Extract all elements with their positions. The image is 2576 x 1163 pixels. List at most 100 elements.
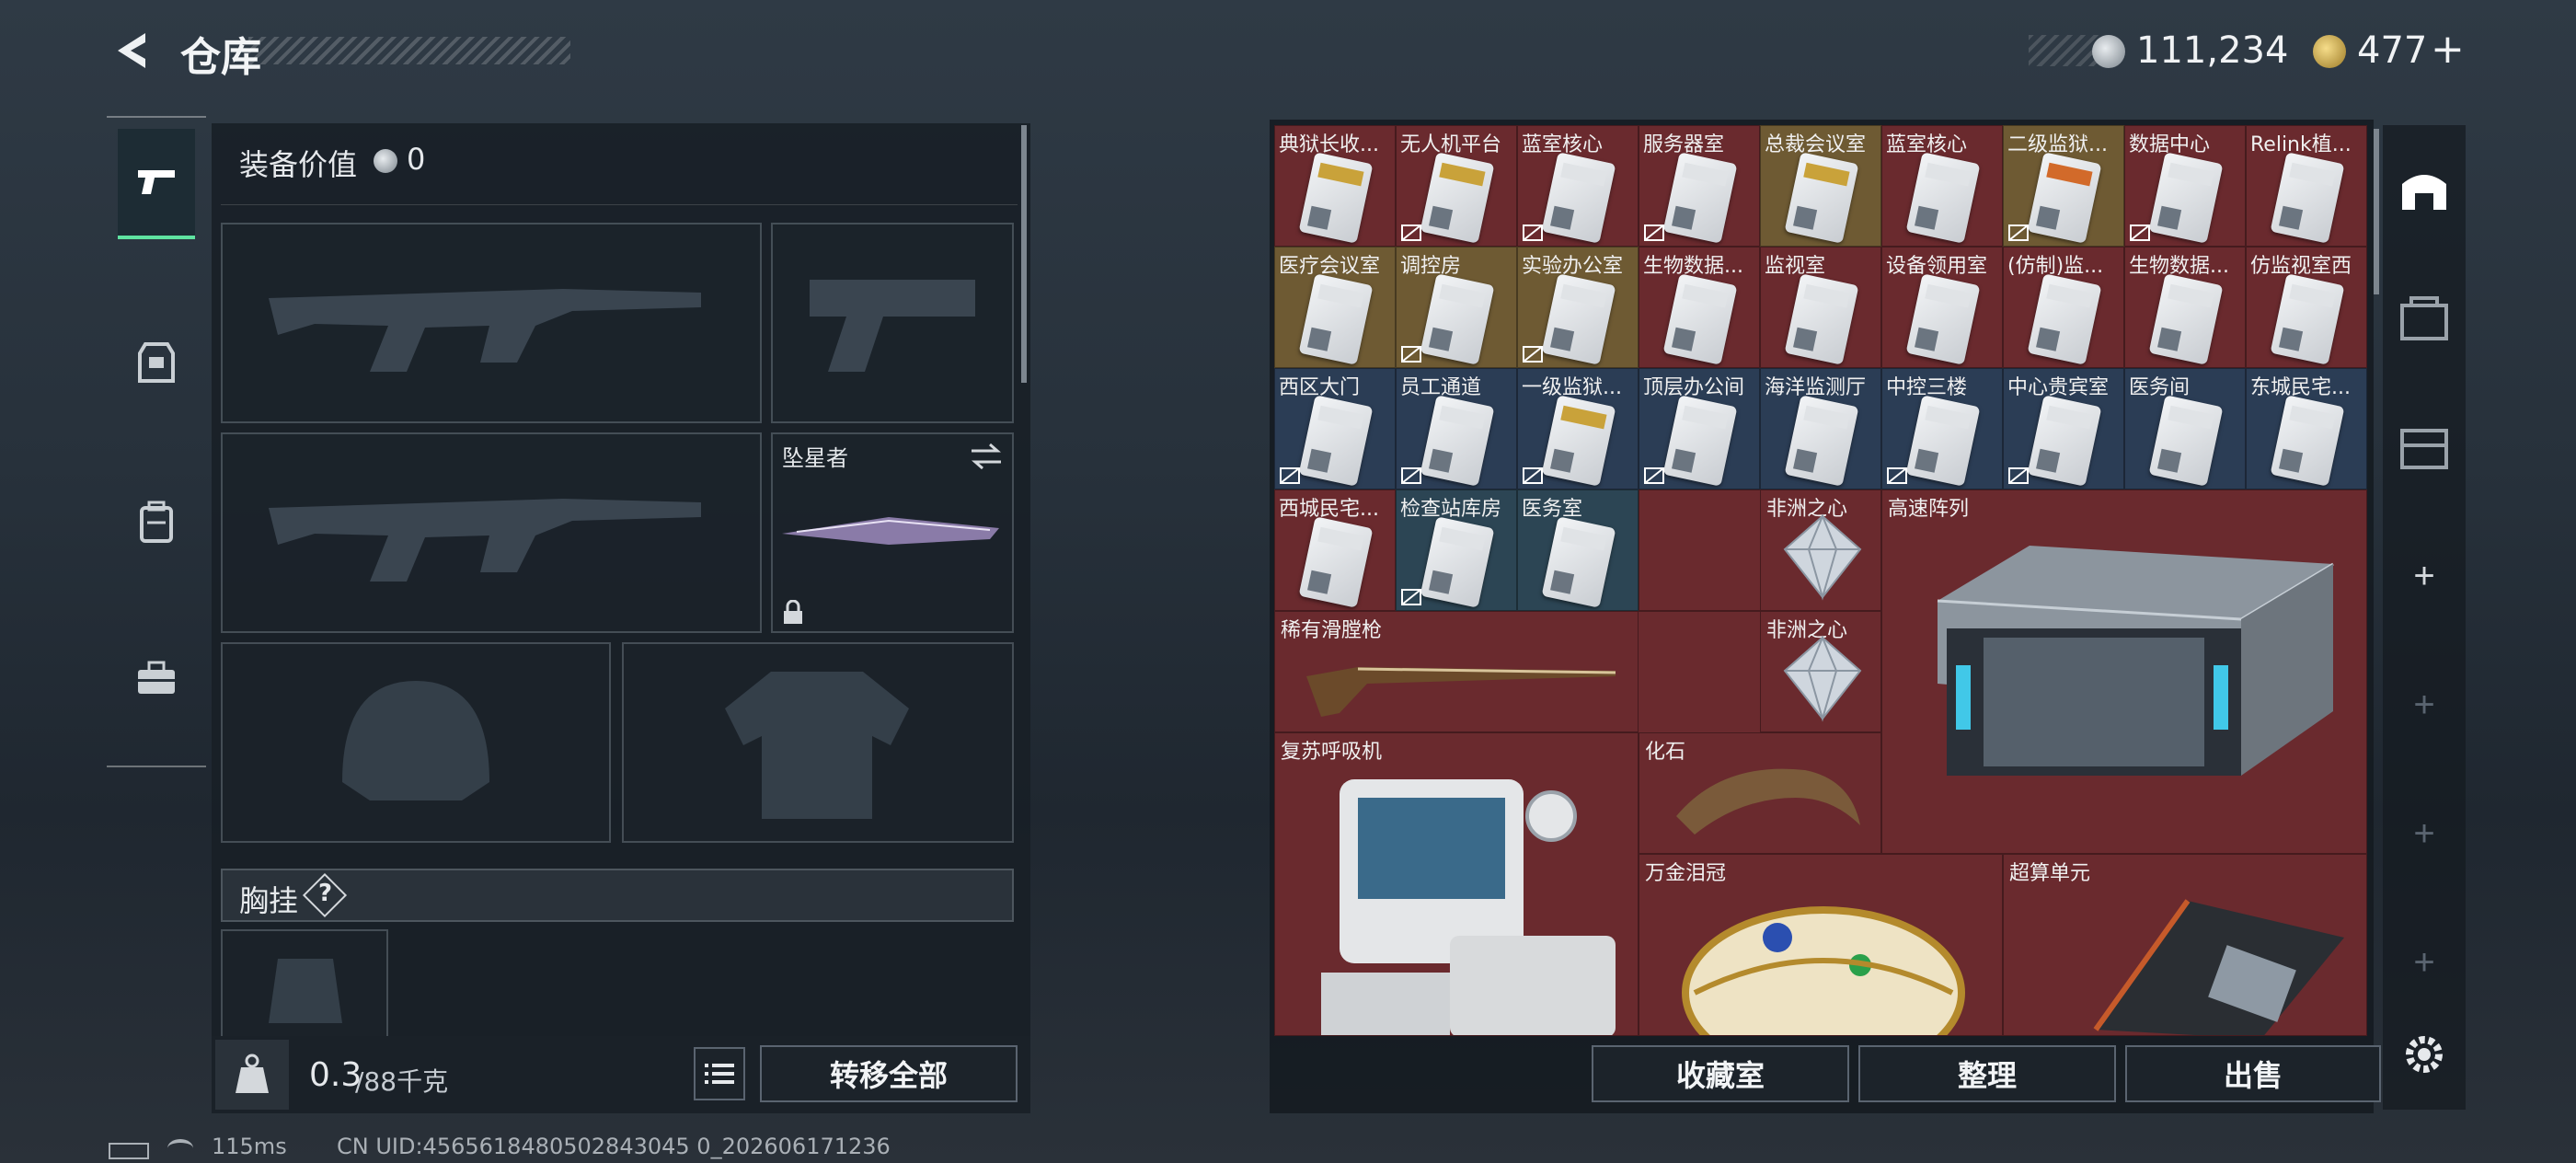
keycard-item[interactable]: 检查站库房 bbox=[1396, 489, 1517, 611]
keycard-item[interactable]: 东城民宅... bbox=[2246, 368, 2367, 489]
stash-tab-2[interactable] bbox=[2383, 282, 2466, 355]
keycard-item[interactable]: 实验办公室 bbox=[1517, 247, 1639, 368]
keycard-item[interactable]: 蓝室核心 bbox=[1517, 125, 1639, 247]
keycard-item[interactable]: 西城民宅... bbox=[1274, 489, 1396, 611]
keycard-item[interactable]: 一级监狱... bbox=[1517, 368, 1639, 489]
chest-rig-slot[interactable] bbox=[221, 929, 388, 1038]
no-transfer-icon bbox=[1523, 225, 1543, 241]
keycard-barcode bbox=[1915, 448, 1939, 473]
item-server-array[interactable]: 高速阵列 bbox=[1881, 489, 2367, 854]
equip-value: 0 bbox=[407, 142, 426, 177]
keycard-icon bbox=[1298, 273, 1374, 365]
respirator-icon bbox=[1321, 779, 1616, 1035]
transfer-all-button[interactable]: 转移全部 bbox=[760, 1045, 1018, 1102]
keycard-item[interactable]: 中心贵宾室 bbox=[2003, 368, 2124, 489]
add-currency-button[interactable]: + bbox=[2431, 26, 2465, 73]
item-supercomputer[interactable]: 超算单元 bbox=[2003, 854, 2367, 1036]
item-musket[interactable]: 稀有滑膛枪 bbox=[1274, 611, 1639, 732]
keycard-stripe bbox=[1560, 526, 1607, 551]
keycard-item[interactable]: 生物数据... bbox=[1639, 247, 1760, 368]
settings-icon[interactable] bbox=[2383, 1018, 2466, 1091]
melee-slot[interactable]: 坠星者 bbox=[771, 432, 1014, 633]
keycard-stripe bbox=[2046, 405, 2093, 430]
keycard-barcode bbox=[1429, 205, 1454, 230]
keycard-item[interactable]: 蓝室核心 bbox=[1881, 125, 2003, 247]
keycard-icon bbox=[1784, 395, 1859, 487]
keycard-item[interactable]: 典狱长收... bbox=[1274, 125, 1396, 247]
list-view-button[interactable] bbox=[694, 1047, 745, 1100]
keycard-item[interactable]: 生物数据... bbox=[2124, 247, 2246, 368]
keycard-icon bbox=[2027, 395, 2102, 487]
keycard-item[interactable]: 员工通道 bbox=[1396, 368, 1517, 489]
add-stash-tab-icon[interactable]: + bbox=[2383, 926, 2466, 999]
helmet-slot[interactable] bbox=[221, 642, 611, 843]
item-label: 万金泪冠 bbox=[1645, 862, 1727, 885]
keycard-item[interactable]: 中控三楼 bbox=[1881, 368, 2003, 489]
keycard-item[interactable]: 总裁会议室 bbox=[1760, 125, 1881, 247]
primary-weapon-slot[interactable] bbox=[221, 223, 762, 423]
item-crown[interactable]: 万金泪冠 bbox=[1639, 854, 2003, 1036]
keycard-item[interactable]: 监视室 bbox=[1760, 247, 1881, 368]
no-transfer-icon bbox=[1401, 225, 1421, 241]
sidearm-slot[interactable] bbox=[771, 223, 1014, 423]
keycard-item[interactable]: 医务室 bbox=[1517, 489, 1639, 611]
sell-button[interactable]: 出售 bbox=[2125, 1045, 2381, 1102]
tab-case[interactable] bbox=[118, 624, 195, 734]
keycard-stripe bbox=[1317, 283, 1364, 308]
item-label: 生物数据... bbox=[2129, 255, 2229, 278]
loadout-scrollbar[interactable] bbox=[1021, 125, 1027, 383]
item-label: 海洋监测厅 bbox=[1765, 376, 1867, 399]
backpack-icon bbox=[140, 501, 173, 543]
stash-tabs-rail: + + + + bbox=[2383, 125, 2466, 1110]
stash-scrollbar[interactable] bbox=[2374, 129, 2379, 294]
add-stash-tab-icon[interactable]: + bbox=[2383, 668, 2466, 742]
item-fossil[interactable]: 化石 bbox=[1639, 732, 1881, 854]
sort-button[interactable]: 整理 bbox=[1858, 1045, 2116, 1102]
keycard-item[interactable]: 医疗会议室 bbox=[1274, 247, 1396, 368]
keycard-item[interactable]: 调控房 bbox=[1396, 247, 1517, 368]
keycard-item[interactable]: Relink植... bbox=[2246, 125, 2367, 247]
add-stash-tab-icon[interactable]: + bbox=[2383, 539, 2466, 613]
collection-room-button[interactable]: 收藏室 bbox=[1592, 1045, 1849, 1102]
wifi-icon bbox=[167, 1139, 193, 1157]
tab-weapons[interactable] bbox=[118, 129, 195, 239]
tab-backpack[interactable] bbox=[118, 467, 195, 578]
keycard-item[interactable]: 无人机平台 bbox=[1396, 125, 1517, 247]
item-gem-1[interactable]: 非洲之心 bbox=[1760, 489, 1881, 611]
item-gem-2[interactable]: 非洲之心 bbox=[1760, 611, 1881, 732]
title-decoration bbox=[248, 37, 570, 64]
keycard-item[interactable]: 仿监视室西 bbox=[2246, 247, 2367, 368]
keycard-stripe bbox=[1682, 162, 1729, 187]
storage-crate-icon bbox=[2400, 429, 2448, 469]
keycard-item[interactable]: 数据中心 bbox=[2124, 125, 2246, 247]
keycard-item[interactable]: 二级监狱... bbox=[2003, 125, 2124, 247]
item-label: 调控房 bbox=[1400, 255, 1462, 278]
stash-tab-main[interactable] bbox=[2383, 153, 2466, 226]
keycard-icon bbox=[1784, 273, 1859, 365]
keycard-item[interactable]: 西区大门 bbox=[1274, 368, 1396, 489]
keycard-stripe bbox=[1560, 405, 1607, 430]
vault-icon bbox=[2402, 175, 2446, 210]
rifle-silhouette-icon bbox=[269, 289, 701, 372]
no-transfer-icon bbox=[1887, 467, 1907, 484]
tab-armor[interactable] bbox=[118, 307, 195, 418]
secondary-weapon-slot[interactable] bbox=[221, 432, 762, 633]
item-respirator[interactable]: 复苏呼吸机 bbox=[1274, 732, 1639, 1036]
body-armor-slot[interactable] bbox=[622, 642, 1014, 843]
keycard-stripe bbox=[1560, 283, 1607, 308]
back-arrow-icon[interactable] bbox=[109, 28, 155, 74]
add-stash-tab-icon[interactable]: + bbox=[2383, 797, 2466, 870]
keycard-item[interactable]: 海洋监测厅 bbox=[1760, 368, 1881, 489]
keycard-item[interactable]: 服务器室 bbox=[1639, 125, 1760, 247]
keycard-item[interactable]: 顶层办公间 bbox=[1639, 368, 1760, 489]
keycard-item[interactable]: (仿制)监... bbox=[2003, 247, 2124, 368]
stash-tab-3[interactable] bbox=[2383, 410, 2466, 484]
keycard-icon bbox=[1905, 395, 1981, 487]
keycard-icon bbox=[1905, 273, 1981, 365]
item-label: 一级监狱... bbox=[1522, 376, 1622, 399]
keycard-item[interactable]: 医务间 bbox=[2124, 368, 2246, 489]
keycard-stripe bbox=[1925, 162, 1972, 187]
keycard-item[interactable]: 设备领用室 bbox=[1881, 247, 2003, 368]
item-label: 监视室 bbox=[1765, 255, 1826, 278]
swap-icon[interactable] bbox=[968, 442, 1005, 471]
